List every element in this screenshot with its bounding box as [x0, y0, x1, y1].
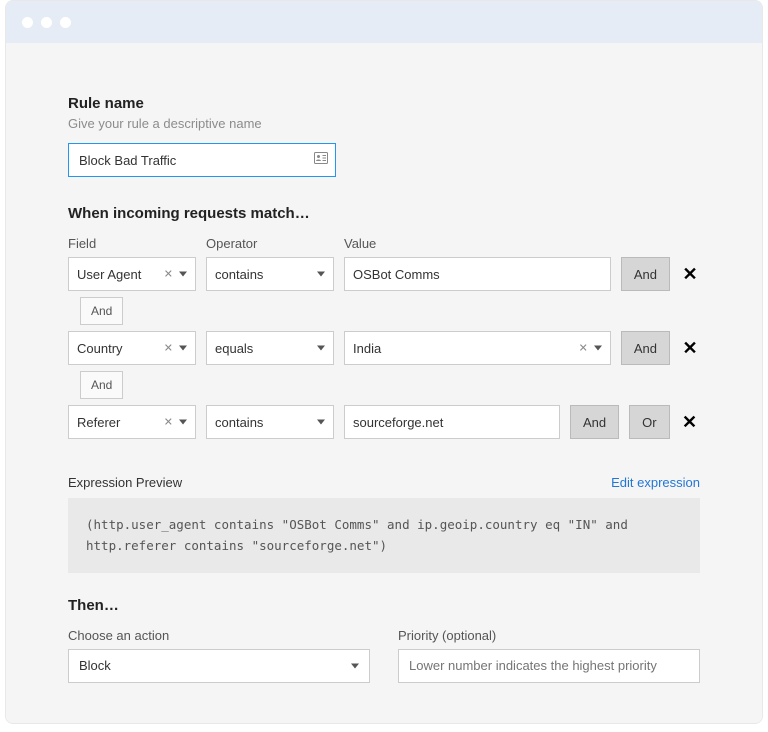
clear-icon[interactable]: ✕ — [164, 342, 173, 355]
rule-row: Referer ✕ contains sourceforge.net And O… — [68, 405, 700, 439]
value-input[interactable]: OSBot Comms — [344, 257, 611, 291]
remove-row-icon[interactable]: ✕ — [680, 412, 700, 433]
match-section-title: When incoming requests match… — [68, 205, 700, 222]
value-input-text: sourceforge.net — [353, 415, 443, 430]
and-button[interactable]: And — [570, 405, 619, 439]
operator-select-label: contains — [215, 267, 263, 282]
value-input-text: India — [353, 341, 381, 356]
and-button[interactable]: And — [621, 257, 670, 291]
field-select[interactable]: Country ✕ — [68, 331, 196, 365]
window-dot — [41, 17, 52, 28]
rule-row: Country ✕ equals India ✕ And ✕ — [68, 331, 700, 365]
and-button[interactable]: And — [621, 331, 670, 365]
priority-input[interactable] — [398, 649, 700, 683]
action-select[interactable]: Block — [68, 649, 370, 683]
header-operator: Operator — [206, 236, 334, 251]
field-select[interactable]: Referer ✕ — [68, 405, 196, 439]
field-select-label: Referer — [77, 415, 120, 430]
clear-icon[interactable]: ✕ — [164, 268, 173, 281]
chevron-down-icon — [179, 420, 187, 425]
or-button[interactable]: Or — [629, 405, 669, 439]
window-dot — [60, 17, 71, 28]
remove-row-icon[interactable]: ✕ — [680, 338, 700, 359]
expression-preview-box: (http.user_agent contains "OSBot Comms" … — [68, 498, 700, 573]
chevron-down-icon — [179, 272, 187, 277]
clear-icon[interactable]: ✕ — [164, 416, 173, 429]
edit-expression-link[interactable]: Edit expression — [611, 475, 700, 490]
clear-icon[interactable]: ✕ — [579, 342, 588, 355]
chevron-down-icon — [594, 346, 602, 351]
priority-label: Priority (optional) — [398, 628, 700, 643]
header-value: Value — [344, 236, 700, 251]
chevron-down-icon — [317, 272, 325, 277]
chevron-down-icon — [317, 420, 325, 425]
rule-name-input[interactable] — [68, 143, 336, 177]
chevron-down-icon — [179, 346, 187, 351]
operator-select[interactable]: contains — [206, 257, 334, 291]
operator-select-label: equals — [215, 341, 253, 356]
window-dot — [22, 17, 33, 28]
action-label: Choose an action — [68, 628, 370, 643]
contact-card-icon — [314, 151, 328, 169]
column-headers: Field Operator Value — [68, 236, 700, 251]
then-section-title: Then… — [68, 597, 700, 614]
value-input-text: OSBot Comms — [353, 267, 440, 282]
window-titlebar — [6, 1, 762, 43]
field-select-label: Country — [77, 341, 123, 356]
header-field: Field — [68, 236, 196, 251]
field-select[interactable]: User Agent ✕ — [68, 257, 196, 291]
value-input[interactable]: sourceforge.net — [344, 405, 560, 439]
rule-row: User Agent ✕ contains OSBot Comms And ✕ — [68, 257, 700, 291]
chevron-down-icon — [317, 346, 325, 351]
connector-badge: And — [80, 371, 123, 399]
connector-badge: And — [80, 297, 123, 325]
operator-select-label: contains — [215, 415, 263, 430]
field-select-label: User Agent — [77, 267, 141, 282]
chevron-down-icon — [351, 663, 359, 668]
rule-name-title: Rule name — [68, 95, 700, 112]
remove-row-icon[interactable]: ✕ — [680, 264, 700, 285]
operator-select[interactable]: equals — [206, 331, 334, 365]
action-select-value: Block — [79, 658, 111, 673]
expression-preview-label: Expression Preview — [68, 475, 182, 490]
rule-name-subtitle: Give your rule a descriptive name — [68, 116, 700, 131]
operator-select[interactable]: contains — [206, 405, 334, 439]
value-input[interactable]: India ✕ — [344, 331, 611, 365]
